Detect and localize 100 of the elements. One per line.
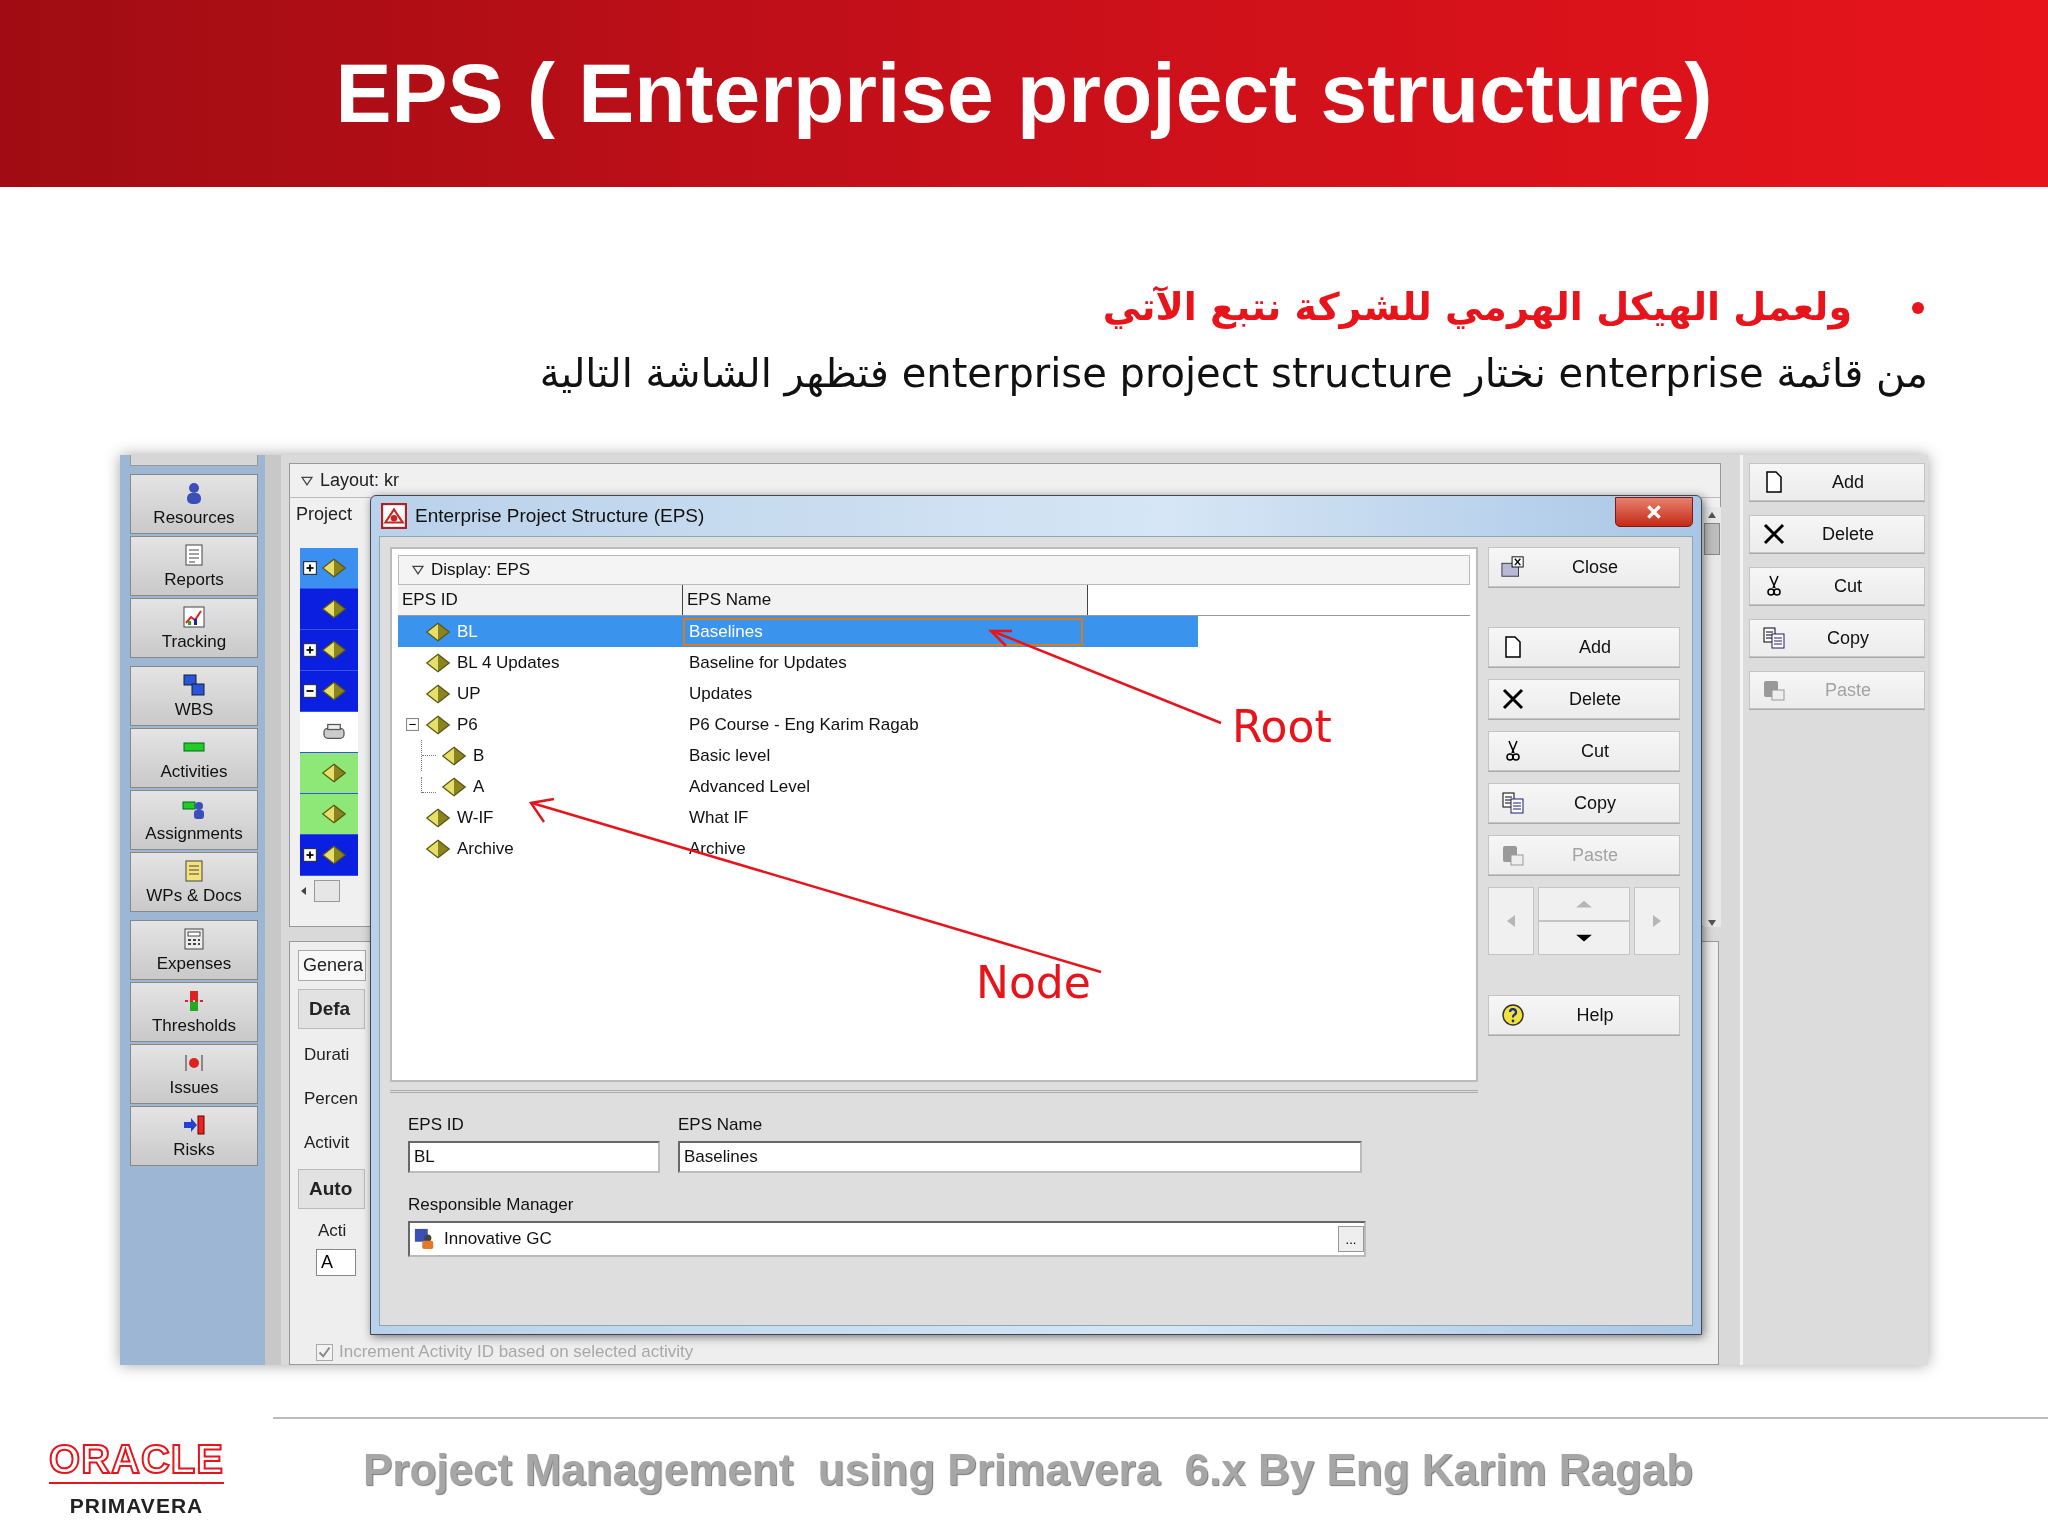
annotation-label: Node	[976, 961, 1091, 1005]
tree-row[interactable]: B Basic level	[398, 740, 1198, 771]
input-field[interactable]: Baselines	[678, 1141, 1362, 1173]
tree-row[interactable]: W-IF What IF	[398, 802, 1198, 833]
toolbar-button[interactable]: Copy	[1749, 619, 1925, 657]
field-label: Activit	[303, 1132, 350, 1154]
tree-row[interactable]: Archive Archive	[398, 833, 1198, 864]
scrollbar[interactable]	[1703, 507, 1721, 927]
expander-icon[interactable]	[303, 643, 317, 657]
eps-id: A	[473, 776, 485, 797]
sidebar-button[interactable]: Assignments	[130, 790, 258, 850]
sidebar-button[interactable]: Tracking	[130, 598, 258, 658]
expander-icon[interactable]	[303, 684, 317, 698]
down-arrow-icon	[1575, 933, 1593, 943]
scroll-thumb[interactable]	[1704, 523, 1720, 555]
help-button[interactable]: Help	[1488, 995, 1680, 1035]
sidebar-button[interactable]: WBS	[130, 666, 258, 726]
eps-id: UP	[457, 683, 481, 704]
dialog-button[interactable]: Delete	[1488, 679, 1680, 719]
paste-icon	[1501, 843, 1525, 867]
close-icon	[1645, 504, 1663, 520]
tree-row[interactable]: UP Updates	[398, 678, 1198, 709]
sidebar-button[interactable]: Issues	[130, 1044, 258, 1104]
layout-label: Layout: kr	[320, 470, 400, 491]
tree-row[interactable]: BL 4 Updates Baseline for Updates	[398, 647, 1198, 678]
expander-icon[interactable]	[303, 848, 317, 862]
toolbar-button[interactable]: Cut	[1749, 567, 1925, 605]
down-arrow-icon[interactable]	[1707, 919, 1717, 927]
sidebar-button[interactable]: Activities	[130, 728, 258, 788]
dialog-button[interactable]: Add	[1488, 627, 1680, 667]
window-title: Enterprise Project Structure (EPS)	[415, 505, 705, 527]
sidebar-button[interactable]: Resources	[130, 474, 258, 534]
diamond-icon	[425, 652, 451, 673]
left-arrow-icon	[1506, 913, 1516, 929]
field-label: Durati	[303, 1044, 350, 1066]
app-icon	[381, 503, 407, 529]
column-header[interactable]: EPS ID	[398, 585, 683, 615]
risk-icon	[182, 1112, 206, 1137]
tree-row[interactable]: P6 P6 Course - Eng Karim Ragab	[398, 709, 1198, 740]
copy-icon	[1501, 791, 1525, 815]
close-button[interactable]	[1615, 497, 1693, 527]
eps-id: BL 4 Updates	[457, 652, 560, 673]
diamond-icon	[321, 681, 347, 701]
column-header[interactable]: EPS Name	[683, 585, 1088, 615]
tab[interactable]: Genera	[298, 950, 366, 981]
logo-subtitle: PRIMAVERA	[69, 1494, 204, 1518]
window-close-icon	[1501, 555, 1525, 579]
sidebar-button[interactable]: Expenses	[130, 920, 258, 980]
eps-name: Basic level	[688, 744, 772, 767]
eps-name: Baselines	[683, 617, 1083, 646]
section-header: Auto	[298, 1169, 365, 1209]
delete-icon	[1501, 687, 1525, 711]
body-text: ولعمل الهيكل الهرمي للشركة نتبع الآتي	[1102, 285, 1852, 331]
toolbar-button[interactable]: Add	[1749, 463, 1925, 501]
body-text: من قائمة enterprise نختار enterprise project structure فتظهر الشاشة التالية	[539, 348, 1928, 397]
close-button[interactable]: Close	[1488, 547, 1680, 587]
checkbox-label: Increment Activity ID based on selected activity	[339, 1342, 694, 1362]
eps-id: W-IF	[457, 807, 494, 828]
scroll-thumb[interactable]	[314, 880, 340, 902]
sidebar-button[interactable]: Risks	[130, 1106, 258, 1166]
tree-row[interactable]	[300, 712, 358, 753]
field-label: EPS ID	[408, 1115, 465, 1135]
footer-caption: Project Management using Primavera 6.x By Eng Karim Ragab	[363, 1445, 1695, 1495]
diamond-icon	[321, 558, 347, 578]
display-bar[interactable]: Display: EPS	[398, 555, 1470, 585]
right-arrow-icon	[1652, 913, 1662, 929]
tree-row[interactable]	[300, 548, 358, 589]
expander-icon[interactable]	[406, 718, 419, 731]
tree-row[interactable]: A Advanced Level	[398, 771, 1198, 802]
diamond-icon	[425, 838, 451, 859]
eps-id: BL	[457, 621, 478, 642]
input-field[interactable]: A	[316, 1249, 356, 1276]
annotation-label: Root	[1232, 705, 1332, 749]
calculator-icon	[182, 926, 206, 951]
dialog-button[interactable]: Cut	[1488, 731, 1680, 771]
diamond-icon	[321, 763, 347, 783]
sidebar-button[interactable]: WPs & Docs	[130, 852, 258, 912]
diamond-icon	[321, 845, 347, 865]
copy-icon	[1762, 626, 1786, 650]
person-icon	[414, 1228, 436, 1250]
report-icon	[182, 542, 206, 567]
section-header: Defa	[298, 989, 365, 1029]
manager-field[interactable]: Innovative GC ...	[408, 1221, 1366, 1257]
input-field[interactable]: BL	[408, 1141, 660, 1173]
dialog-button[interactable]: Copy	[1488, 783, 1680, 823]
slide-title: EPS ( Enterprise project structure)	[335, 45, 1713, 142]
browse-button[interactable]: ...	[1338, 1226, 1364, 1252]
diamond-icon	[321, 640, 347, 660]
bullet-icon	[1912, 301, 1924, 314]
sidebar-button[interactable]: Reports	[130, 536, 258, 596]
up-arrow-icon[interactable]	[1707, 511, 1717, 519]
eps-name: Advanced Level	[688, 775, 811, 798]
printer-icon	[321, 722, 347, 742]
sidebar-button[interactable]: Thresholds	[130, 982, 258, 1042]
threshold-icon	[182, 988, 206, 1013]
toolbar-button[interactable]: Delete	[1749, 515, 1925, 553]
expander-icon[interactable]	[303, 561, 317, 575]
left-arrow-icon[interactable]	[300, 886, 308, 896]
diamond-icon	[425, 683, 451, 704]
logo-text: ORACLE	[49, 1437, 224, 1484]
